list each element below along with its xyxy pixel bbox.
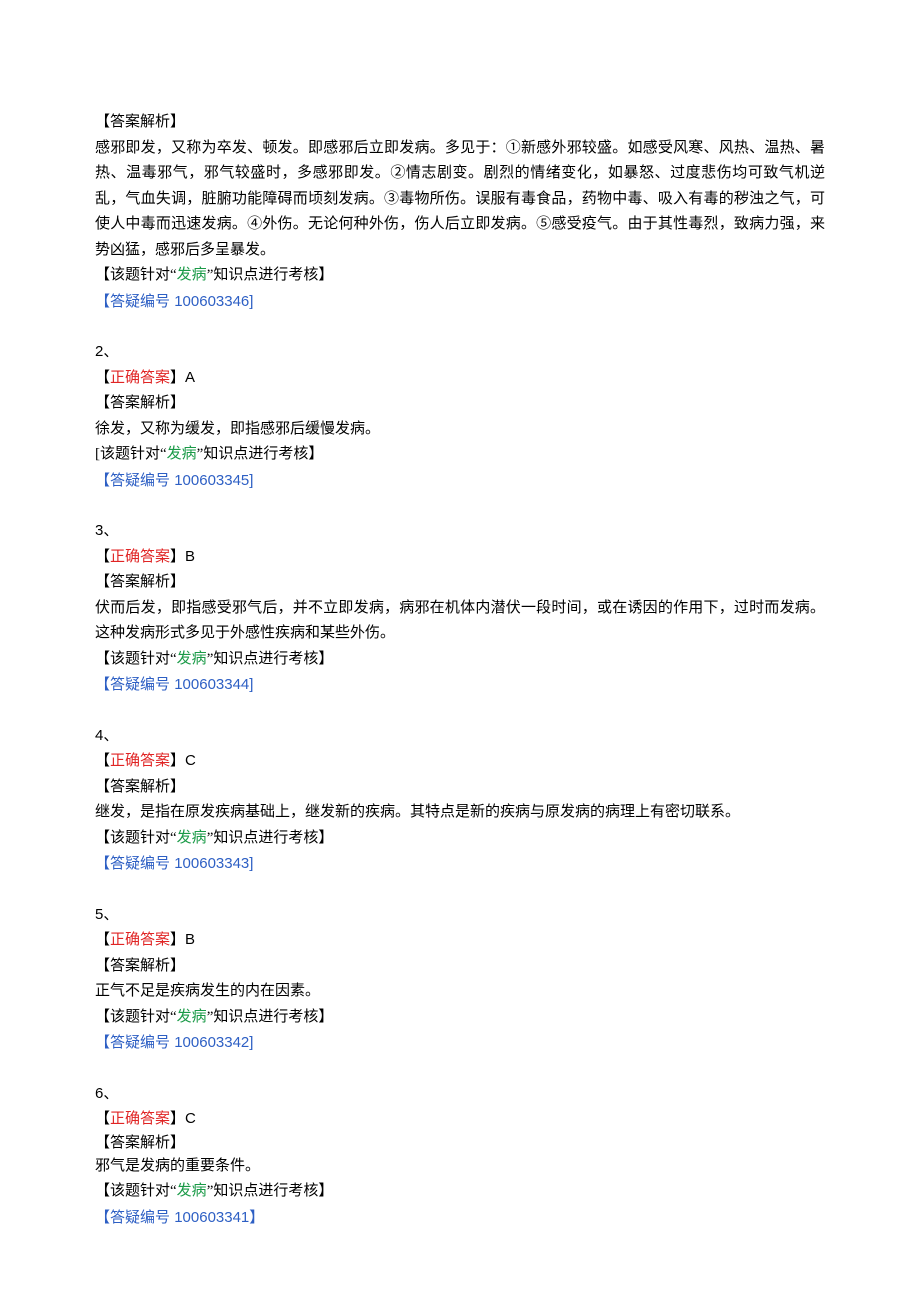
question-number: 3、 [95,518,825,544]
topic-line: [该题针对“发病”知识点进行考核】 [95,442,825,468]
query-id: 100603346] [170,293,253,310]
bracket-close: 】 [170,549,185,565]
query-label: 答疑编号 [110,1210,170,1226]
correct-answer-line: 【正确答案】B [95,544,825,571]
analysis-label: 【答案解析】 [95,1133,825,1154]
bracket-open: 【 [95,753,110,769]
bracket-open: 【 [95,1111,110,1127]
query-label: 答疑编号 [110,856,170,872]
analysis-label: 【答案解析】 [95,954,825,980]
topic-term: 发病 [177,830,207,846]
topic-line: 【该题针对“发病”知识点进行考核】 [95,647,825,673]
question-1-block: 【答案解析】 感邪即发，又称为卒发、顿发。即感邪后立即发病。多见于：①新感外邪较… [95,110,825,315]
query-id: 100603345] [170,472,253,489]
query-line[interactable]: 【答疑编号 100603346] [95,289,825,316]
query-id: 100603342] [170,1034,253,1051]
topic-suffix: ”知识点进行考核】 [207,651,334,667]
query-line[interactable]: 【答疑编号 100603345] [95,468,825,495]
topic-term: 发病 [177,1009,207,1025]
question-4-block: 4、 【正确答案】C 【答案解析】 继发，是指在原发疾病基础上，继发新的疾病。其… [95,723,825,878]
answer-letter: C [185,752,196,769]
query-line[interactable]: 【答疑编号 100603344] [95,672,825,699]
question-3-block: 3、 【正确答案】B 【答案解析】 伏而后发，即指感受邪气后，并不立即发病，病邪… [95,518,825,699]
analysis-label: 【答案解析】 [95,110,825,136]
topic-line: 【该题针对“发病”知识点进行考核】 [95,826,825,852]
query-id: 100603341】 [170,1209,264,1226]
topic-line: 【该题针对“发病”知识点进行考核】 [95,1005,825,1031]
query-label: 答疑编号 [110,677,170,693]
topic-line: 【该题针对“发病”知识点进行考核】 [95,263,825,289]
topic-suffix: ”知识点进行考核】 [197,446,324,462]
query-prefix: 【 [95,856,110,872]
analysis-body: 邪气是发病的重要条件。 [95,1154,825,1180]
document-page: 【答案解析】 感邪即发，又称为卒发、顿发。即感邪后立即发病。多见于：①新感外邪较… [0,0,920,1301]
bracket-close: 】 [170,753,185,769]
analysis-body: 继发，是指在原发疾病基础上，继发新的疾病。其特点是新的疾病与原发病的病理上有密切… [95,800,825,826]
correct-answer-label: 正确答案 [110,932,170,948]
answer-letter: A [185,369,195,386]
answer-letter: C [185,1110,196,1127]
analysis-label: 【答案解析】 [95,391,825,417]
query-label: 答疑编号 [110,294,170,310]
topic-term: 发病 [177,267,207,283]
answer-letter: B [185,548,195,565]
query-label: 答疑编号 [110,1035,170,1051]
topic-suffix: ”知识点进行考核】 [207,1183,334,1199]
analysis-label: 【答案解析】 [95,570,825,596]
question-6-block: 6、 【正确答案】C 【答案解析】 邪气是发病的重要条件。 【该题针对“发病”知… [95,1081,825,1232]
bracket-close: 】 [170,370,185,386]
question-number: 5、 [95,902,825,928]
bracket-close: 】 [170,1111,185,1127]
bracket-close: 】 [170,932,185,948]
topic-suffix: ”知识点进行考核】 [207,830,334,846]
topic-prefix: 【该题针对“ [95,1009,177,1025]
query-label: 答疑编号 [110,473,170,489]
correct-answer-label: 正确答案 [110,370,170,386]
topic-prefix: 【该题针对“ [95,1183,177,1199]
query-id: 100603344] [170,676,253,693]
query-id: 100603343] [170,855,253,872]
analysis-label: 【答案解析】 [95,775,825,801]
query-prefix: 【 [95,677,110,693]
bracket-open: 【 [95,370,110,386]
query-prefix: 【 [95,1210,110,1226]
topic-prefix: [该题针对“ [95,446,167,462]
topic-line: 【该题针对“发病”知识点进行考核】 [95,1179,825,1205]
bracket-open: 【 [95,549,110,565]
analysis-body: 正气不足是疾病发生的内在因素。 [95,979,825,1005]
question-number: 4、 [95,723,825,749]
correct-answer-line: 【正确答案】C [95,1106,825,1133]
query-line[interactable]: 【答疑编号 100603343] [95,851,825,878]
answer-letter: B [185,931,195,948]
query-prefix: 【 [95,294,110,310]
correct-answer-line: 【正确答案】A [95,365,825,392]
analysis-body: 伏而后发，即指感受邪气后，并不立即发病，病邪在机体内潜伏一段时间，或在诱因的作用… [95,596,825,647]
question-number: 2、 [95,339,825,365]
topic-prefix: 【该题针对“ [95,830,177,846]
analysis-body: 感邪即发，又称为卒发、顿发。即感邪后立即发病。多见于：①新感外邪较盛。如感受风寒… [95,136,825,264]
correct-answer-label: 正确答案 [110,753,170,769]
correct-answer-line: 【正确答案】B [95,927,825,954]
bracket-open: 【 [95,932,110,948]
topic-suffix: ”知识点进行考核】 [207,267,334,283]
query-prefix: 【 [95,473,110,489]
topic-term: 发病 [177,651,207,667]
correct-answer-label: 正确答案 [110,549,170,565]
correct-answer-label: 正确答案 [110,1111,170,1127]
query-prefix: 【 [95,1035,110,1051]
question-2-block: 2、 【正确答案】A 【答案解析】 徐发，又称为缓发，即指感邪后缓慢发病。 [该… [95,339,825,494]
topic-prefix: 【该题针对“ [95,651,177,667]
query-line[interactable]: 【答疑编号 100603342] [95,1030,825,1057]
query-line[interactable]: 【答疑编号 100603341】 [95,1205,825,1232]
correct-answer-line: 【正确答案】C [95,748,825,775]
analysis-body: 徐发，又称为缓发，即指感邪后缓慢发病。 [95,417,825,443]
topic-prefix: 【该题针对“ [95,267,177,283]
topic-suffix: ”知识点进行考核】 [207,1009,334,1025]
topic-term: 发病 [167,446,197,462]
question-number: 6、 [95,1081,825,1107]
topic-term: 发病 [177,1183,207,1199]
question-5-block: 5、 【正确答案】B 【答案解析】 正气不足是疾病发生的内在因素。 【该题针对“… [95,902,825,1057]
